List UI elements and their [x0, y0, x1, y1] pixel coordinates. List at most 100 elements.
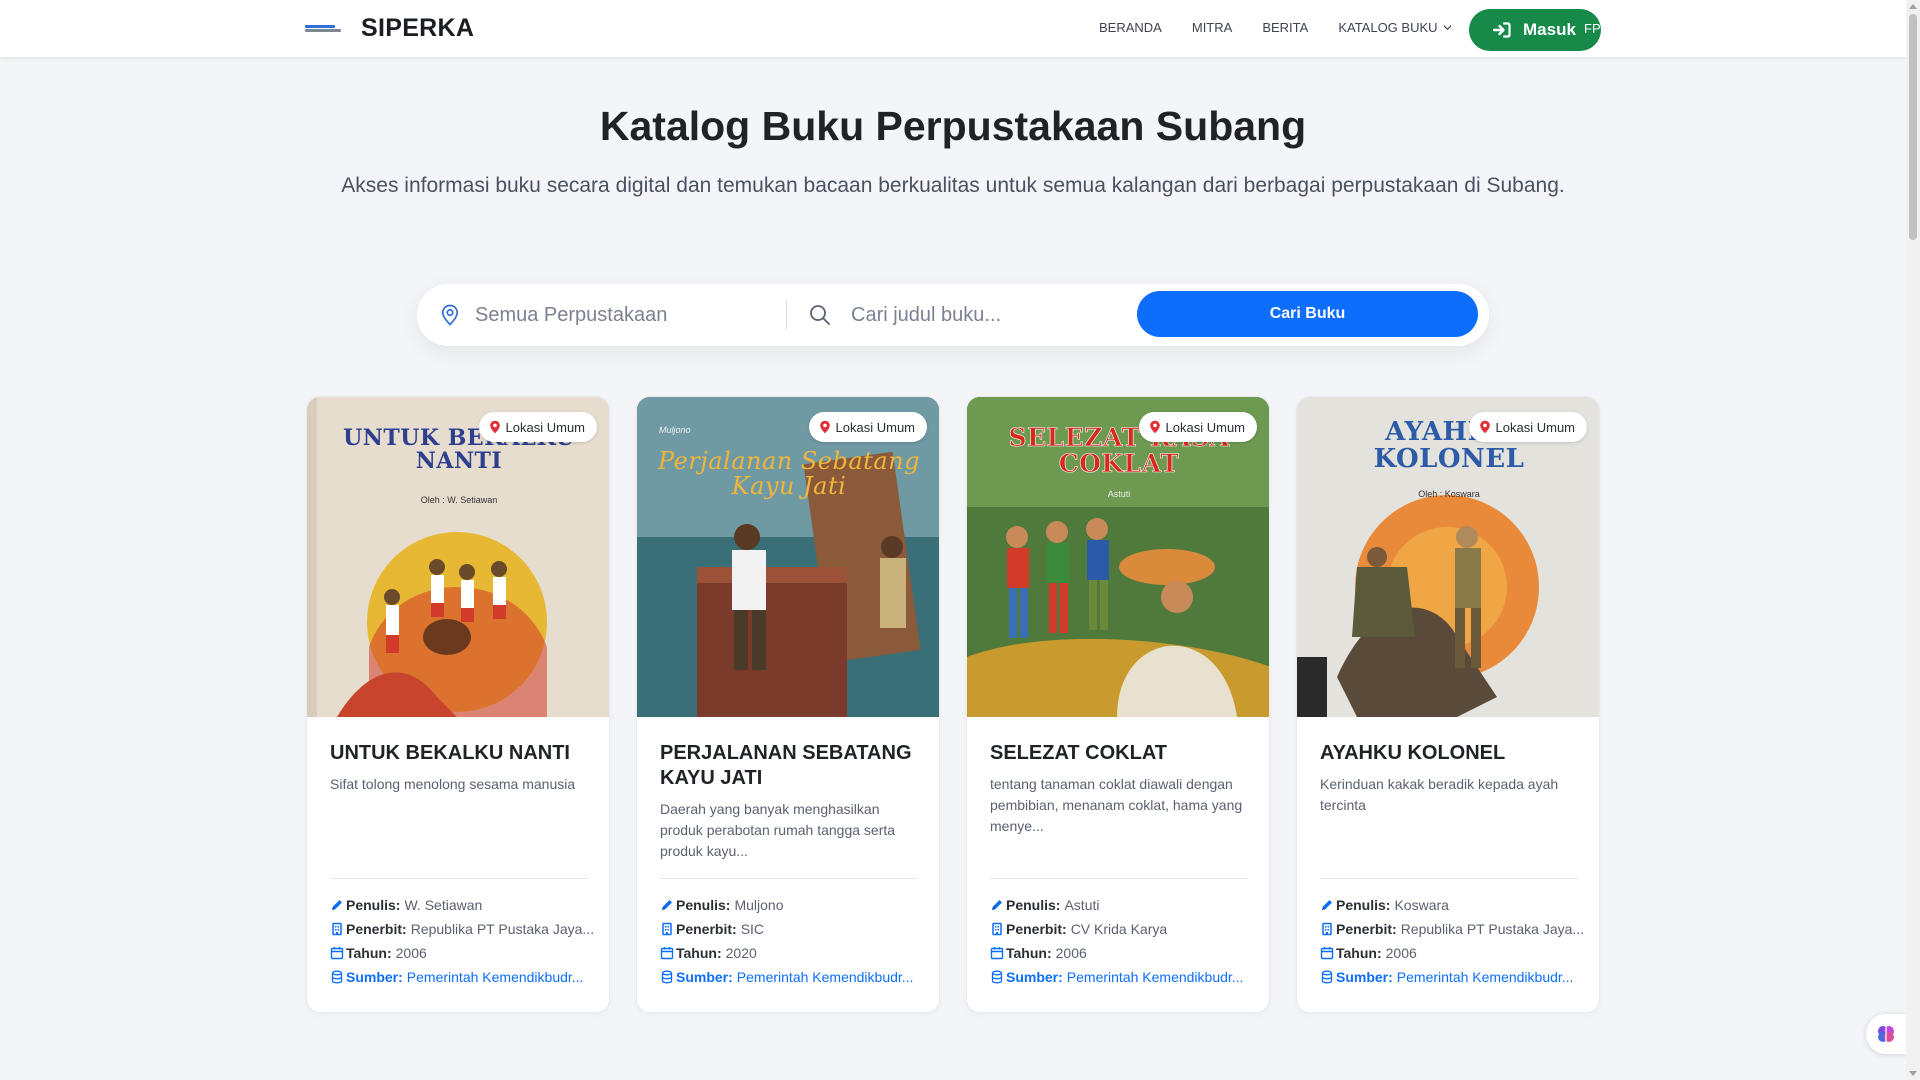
- database-icon: [1320, 970, 1334, 984]
- book-author: Astuti: [1064, 897, 1100, 913]
- database-icon: [660, 970, 674, 984]
- source-label: Sumber:: [1336, 969, 1393, 985]
- book-source[interactable]: Pemerintah Kemendikbudr...: [737, 969, 914, 985]
- book-cover-author: Oleh : Koswara: [1418, 489, 1480, 499]
- location-badge: Lokasi Umum: [808, 412, 927, 442]
- year-label: Tahun:: [676, 945, 722, 961]
- navbar: SIPERKA BERANDA MITRA BERITA KATALOG BUK…: [0, 0, 1906, 57]
- location-badge-label: Lokasi Umum: [505, 419, 585, 435]
- location-badge: Lokasi Umum: [1468, 412, 1587, 442]
- book-year-row: Tahun: 2020: [660, 945, 930, 961]
- database-icon: [990, 970, 1004, 984]
- book-year-row: Tahun: 2006: [990, 945, 1260, 961]
- book-author: Koswara: [1394, 897, 1449, 913]
- location-badge: Lokasi Umum: [1138, 412, 1257, 442]
- book-source[interactable]: Pemerintah Kemendikbudr...: [1067, 969, 1244, 985]
- page-scrollbar[interactable]: [1906, 0, 1920, 1080]
- book-author-row: Penulis: W. Setiawan: [330, 897, 600, 913]
- database-icon: [330, 970, 344, 984]
- book-year: 2006: [1055, 945, 1087, 961]
- book-source[interactable]: Pemerintah Kemendikbudr...: [1397, 969, 1574, 985]
- book-source-row: Sumber: Pemerintah Kemendikbudr...: [660, 969, 930, 985]
- calendar-icon: [990, 946, 1004, 960]
- map-pin-icon: [1149, 420, 1161, 434]
- book-cover-author: Astuti: [1107, 489, 1131, 499]
- calendar-icon: [660, 946, 674, 960]
- location-pin-icon: [441, 304, 459, 326]
- floating-widget-button[interactable]: [1866, 1014, 1906, 1054]
- book-year-row: Tahun: 2006: [330, 945, 600, 961]
- book-publisher-row: Penerbit: SIC: [660, 921, 930, 937]
- source-label: Sumber:: [346, 969, 403, 985]
- book-year: 2006: [395, 945, 427, 961]
- book-author-row: Penulis: Muljono: [660, 897, 930, 913]
- nav-berita[interactable]: BERITA: [1262, 20, 1308, 35]
- nav-mitra[interactable]: MITRA: [1192, 20, 1232, 35]
- map-pin-icon: [1479, 420, 1491, 434]
- book-publisher: CV Krida Karya: [1070, 921, 1168, 937]
- book-cover-image: SELEZAT RASA COKLAT Astuti Lokasi Umum: [967, 397, 1269, 717]
- source-label: Sumber:: [1006, 969, 1063, 985]
- search-button[interactable]: Cari Buku: [1137, 291, 1478, 337]
- book-card[interactable]: AYAHKU KOLONEL Oleh : Koswara Lokasi Umu…: [1296, 396, 1600, 1013]
- book-title: SELEZAT COKLAT: [990, 742, 1168, 764]
- author-label: Penulis:: [346, 897, 401, 913]
- map-pin-icon: [819, 420, 831, 434]
- map-pin-icon: [489, 420, 501, 434]
- library-select-input[interactable]: [475, 299, 695, 331]
- search-bar: Cari Buku: [417, 284, 1489, 346]
- book-cover-image: Perjalanan Sebatang Kayu Jati Muljono Lo…: [637, 397, 939, 717]
- nav-beranda[interactable]: BERANDA: [1099, 20, 1162, 35]
- book-publisher: Republika PT Pustaka Jaya...: [410, 921, 595, 937]
- book-card[interactable]: Perjalanan Sebatang Kayu Jati Muljono Lo…: [636, 396, 940, 1013]
- scrollbar-thumb[interactable]: [1909, 14, 1917, 240]
- page-title: Katalog Buku Perpustakaan Subang: [599, 103, 1307, 149]
- location-badge-label: Lokasi Umum: [1165, 419, 1245, 435]
- book-year-row: Tahun: 2006: [1320, 945, 1590, 961]
- source-label: Sumber:: [676, 969, 733, 985]
- main-nav: BERANDA MITRA BERITA KATALOG BUKU: [1099, 20, 1482, 35]
- book-card[interactable]: UNTUK BEKALKU NANTI Oleh : W. Setiawan L…: [306, 396, 610, 1013]
- search-divider: [786, 300, 787, 330]
- book-card[interactable]: SELEZAT RASA COKLAT Astuti Lokasi Umum S…: [966, 396, 1270, 1013]
- book-source-row: Sumber: Pemerintah Kemendikbudr...: [1320, 969, 1590, 985]
- book-author: Muljono: [734, 897, 784, 913]
- location-badge: Lokasi Umum: [478, 412, 597, 442]
- brand-name: SIPERKA: [361, 14, 475, 42]
- book-author: W. Setiawan: [404, 897, 483, 913]
- publisher-label: Penerbit:: [1336, 921, 1397, 937]
- book-cover-image: AYAHKU KOLONEL Oleh : Koswara Lokasi Umu…: [1297, 397, 1599, 717]
- book-search-input[interactable]: [851, 299, 1111, 331]
- card-divider: [330, 878, 588, 879]
- login-overflow-text: FP: [1584, 21, 1601, 36]
- nav-katalog-buku-label: KATALOG BUKU: [1338, 20, 1438, 35]
- nav-katalog-buku[interactable]: KATALOG BUKU: [1338, 20, 1452, 35]
- login-label: Masuk: [1523, 20, 1576, 39]
- book-publisher-row: Penerbit: CV Krida Karya: [990, 921, 1260, 937]
- card-divider: [990, 878, 1248, 879]
- building-icon: [990, 922, 1004, 936]
- book-source[interactable]: Pemerintah Kemendikbudr...: [407, 969, 584, 985]
- publisher-label: Penerbit:: [676, 921, 737, 937]
- book-description: Daerah yang banyak menghasilkan produk p…: [660, 801, 896, 859]
- year-label: Tahun:: [1336, 945, 1382, 961]
- pen-icon: [330, 898, 344, 912]
- book-title: PERJALANAN SEBATANG KAYU JATI: [660, 742, 912, 789]
- building-icon: [660, 922, 674, 936]
- login-icon: [1493, 22, 1511, 38]
- login-button[interactable]: Masuk FP: [1469, 9, 1601, 51]
- book-publisher-row: Penerbit: Republika PT Pustaka Jaya...: [330, 921, 600, 937]
- book-cover-author: Oleh : W. Setiawan: [420, 495, 498, 505]
- brand[interactable]: SIPERKA: [305, 14, 474, 43]
- book-cover-title: Perjalanan Sebatang Kayu Jati: [658, 447, 920, 501]
- scroll-down-arrow-icon[interactable]: [1909, 1071, 1917, 1076]
- book-year: 2006: [1385, 945, 1417, 961]
- scroll-up-arrow-icon[interactable]: [1909, 4, 1917, 9]
- location-badge-label: Lokasi Umum: [835, 419, 915, 435]
- calendar-icon: [1320, 946, 1334, 960]
- pen-icon: [660, 898, 674, 912]
- author-label: Penulis:: [1006, 897, 1061, 913]
- page-subtitle: Akses informasi buku secara digital dan …: [341, 174, 1565, 197]
- book-description: Kerinduan kakak beradik kepada ayah terc…: [1320, 776, 1559, 813]
- book-author-row: Penulis: Koswara: [1320, 897, 1590, 913]
